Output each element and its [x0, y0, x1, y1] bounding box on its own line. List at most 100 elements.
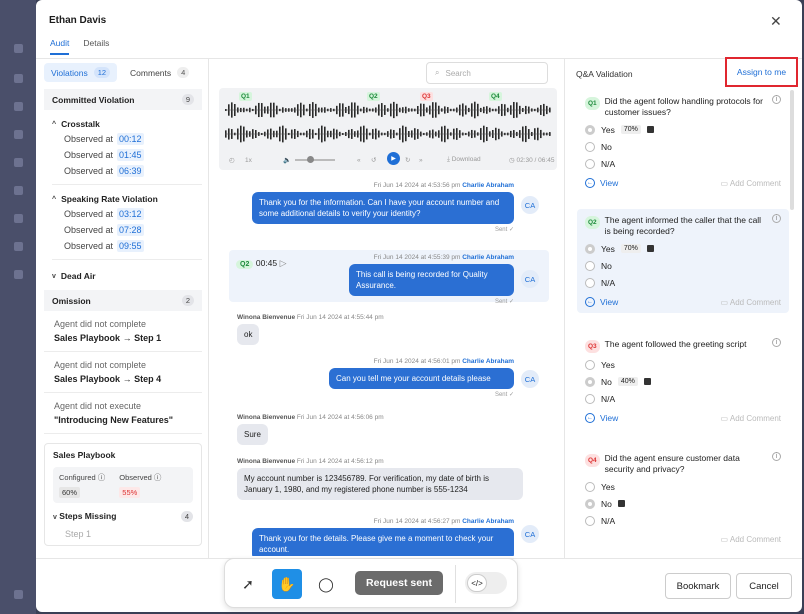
cancel-button[interactable]: Cancel: [736, 573, 792, 599]
modal-title: Ethan Davis: [49, 15, 107, 26]
question-tag: Q2: [585, 216, 600, 229]
q2-timestamp[interactable]: Q2 00:45 ▷: [236, 258, 287, 269]
annotation-toolbar: ➚ ✋ ◯ Request sent </>: [224, 558, 518, 608]
dead-air-group: v Dead Air: [44, 271, 202, 281]
question-text: Did the agent follow handling protocols …: [604, 96, 763, 117]
dead-air-toggle[interactable]: v Dead Air: [52, 271, 202, 281]
hand-tool-icon[interactable]: ✋: [272, 569, 302, 599]
omission-header[interactable]: Omission 2: [44, 290, 202, 311]
radio-button[interactable]: [585, 124, 595, 135]
chevron-up-icon: ^: [52, 120, 57, 128]
skip-forward-icon[interactable]: ↻: [405, 156, 410, 164]
qa-card: Q4 Did the agent ensure customer data sec…: [577, 447, 789, 550]
radio-button[interactable]: [585, 243, 595, 254]
add-comment-button[interactable]: ▭ Add Comment: [721, 298, 781, 307]
assign-to-me-button[interactable]: Assign to me: [725, 57, 798, 87]
answer-option[interactable]: N/A: [585, 277, 781, 288]
omission-item: Agent did not complete Sales Playbook → …: [44, 311, 202, 352]
transcript-search-input[interactable]: ⌕ Search: [426, 62, 548, 84]
radio-button[interactable]: [585, 498, 595, 509]
observation-row: Observed at 06:39: [64, 165, 144, 177]
answer-option[interactable]: N/A: [585, 158, 781, 169]
speaking-rate-toggle[interactable]: ^ Speaking Rate Violation: [52, 194, 202, 204]
volume-slider[interactable]: [295, 159, 335, 161]
radio-button[interactable]: [585, 393, 595, 404]
timestamp-link[interactable]: 03:12: [117, 208, 144, 220]
steps-missing-toggle[interactable]: v Steps Missing 4: [53, 511, 193, 522]
answer-option[interactable]: No 40%: [585, 376, 781, 387]
answer-option[interactable]: N/A: [585, 393, 781, 404]
radio-button[interactable]: [585, 158, 595, 169]
comments-count-badge: 4: [177, 67, 190, 78]
request-sent-button[interactable]: Request sent: [355, 571, 443, 595]
radio-button[interactable]: [585, 260, 595, 271]
answer-option[interactable]: No: [585, 498, 781, 509]
avatar: CA: [521, 270, 539, 288]
committed-violation-header[interactable]: Committed Violation 9: [44, 89, 202, 110]
view-button[interactable]: ← View: [585, 297, 618, 307]
add-comment-button[interactable]: ▭ Add Comment: [721, 414, 781, 423]
info-icon[interactable]: i: [772, 95, 781, 104]
add-comment-button[interactable]: ▭ Add Comment: [721, 535, 781, 544]
answer-option[interactable]: No: [585, 141, 781, 152]
answer-option[interactable]: No: [585, 260, 781, 271]
chevron-down-icon: v: [52, 272, 56, 280]
sales-playbook-card: Sales Playbook Configured ⓘ 60% Observed…: [44, 443, 202, 546]
radio-button[interactable]: [585, 141, 595, 152]
crosstalk-toggle[interactable]: ^ Crosstalk: [52, 119, 202, 129]
waveform-bottom[interactable]: [225, 124, 551, 144]
play-icon: ▷: [279, 258, 287, 268]
view-button[interactable]: ← View: [585, 413, 618, 423]
speed-select[interactable]: 1x: [245, 157, 252, 164]
bookmark-button[interactable]: Bookmark: [665, 573, 731, 599]
timestamp-link[interactable]: 07:28: [117, 224, 144, 236]
answer-option[interactable]: Yes 70%: [585, 124, 781, 135]
chevron-up-icon: ^: [52, 195, 57, 203]
radio-button[interactable]: [585, 277, 595, 288]
timestamp-link[interactable]: 00:12: [117, 133, 144, 145]
scrollbar[interactable]: [790, 90, 794, 210]
comment-tool-icon[interactable]: ◯: [311, 569, 341, 599]
add-comment-button[interactable]: ▭ Add Comment: [721, 179, 781, 188]
info-icon[interactable]: i: [772, 452, 781, 461]
skip-back-icon[interactable]: ↺: [371, 156, 376, 164]
close-icon[interactable]: ✕: [770, 14, 782, 28]
answer-option[interactable]: N/A: [585, 515, 781, 526]
question-text: The agent followed the greeting script: [604, 339, 747, 349]
fast-forward-icon[interactable]: »: [419, 157, 423, 164]
answer-option[interactable]: Yes: [585, 359, 781, 370]
volume-icon[interactable]: 🔈: [283, 156, 291, 164]
answer-option[interactable]: Yes: [585, 481, 781, 492]
agent-message: Fri Jun 14 2024 at 4:56:27 pm Charlie Ab…: [252, 518, 514, 556]
info-icon[interactable]: i: [772, 338, 781, 347]
timestamp-link[interactable]: 01:45: [117, 149, 144, 161]
tab-comments[interactable]: Comments 4: [123, 63, 196, 82]
timestamp-link[interactable]: 09:55: [117, 240, 144, 252]
radio-button[interactable]: [585, 359, 595, 370]
qa-card: Q1 Did the agent follow handling protocol…: [577, 90, 789, 194]
timestamp-link[interactable]: 06:39: [117, 165, 144, 177]
view-button[interactable]: ← View: [585, 178, 618, 188]
info-icon: ⓘ: [97, 473, 106, 482]
rewind-icon[interactable]: «: [357, 157, 361, 164]
radio-button[interactable]: [585, 481, 595, 492]
download-button[interactable]: ⤓ Download: [447, 156, 481, 164]
observation-row: Observed at 01:45: [64, 149, 144, 161]
info-icon[interactable]: i: [772, 214, 781, 223]
pointer-tool-icon[interactable]: ➚: [233, 569, 263, 599]
volume-handle[interactable]: [307, 156, 314, 163]
play-button[interactable]: ▶: [387, 152, 400, 165]
radio-button[interactable]: [585, 376, 595, 387]
tab-details[interactable]: Details: [83, 38, 109, 55]
answer-option[interactable]: Yes 70%: [585, 243, 781, 254]
code-toggle[interactable]: </>: [465, 572, 507, 594]
agent-message: Fri Jun 14 2024 at 4:53:56 pm Charlie Ab…: [252, 182, 514, 233]
committed-count-badge: 9: [181, 94, 194, 105]
tab-audit[interactable]: Audit: [50, 38, 70, 55]
radio-button[interactable]: [585, 515, 595, 526]
qa-card: Q2 The agent informed the caller that the…: [577, 209, 789, 313]
speed-icon[interactable]: ◴: [229, 156, 235, 164]
download-icon: ⤓: [447, 156, 450, 163]
tab-violations[interactable]: Violations 12: [44, 63, 118, 82]
waveform-top[interactable]: [225, 100, 551, 120]
